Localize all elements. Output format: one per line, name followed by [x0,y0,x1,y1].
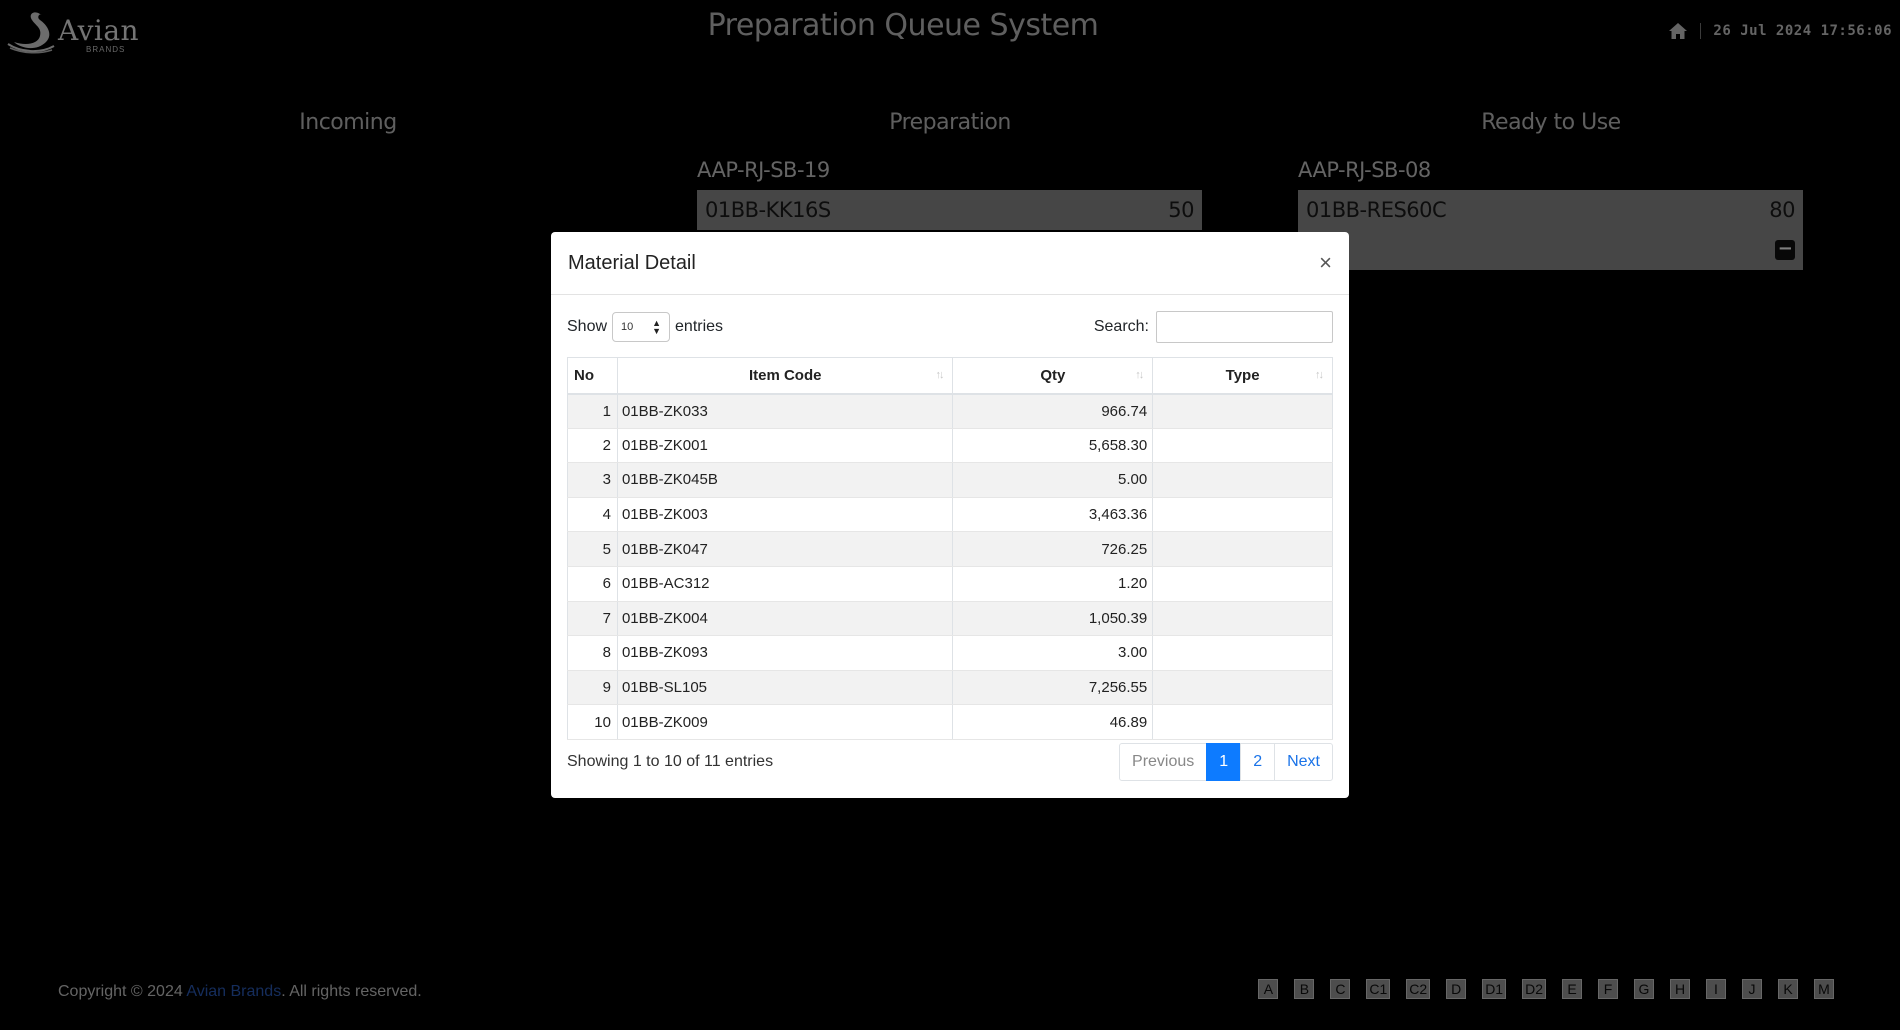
modal-body: Show 10 ▲ ▼ entries Search: No Item Code… [551,295,1349,797]
next-page-button[interactable]: Next [1274,742,1333,781]
sort-icon: ↑↓ [1315,369,1324,381]
table-controls: Show 10 ▲ ▼ entries Search: [567,311,1333,343]
cell-item-code: 01BB-ZK033 [616,393,954,429]
cell-item-code: 01BB-ZK093 [616,635,954,671]
table-row: 9 01BB-SL105 7,256.55 [567,670,1333,706]
cell-item-code: 01BB-ZK001 [616,428,954,464]
pagination: Previous 1 2 Next [1119,742,1333,781]
cell-qty: 1.20 [952,566,1154,602]
cell-type [1152,531,1333,567]
column-header-label: No [574,366,594,384]
cell-qty: 726.25 [952,531,1154,567]
table-row: 6 01BB-AC312 1.20 [567,566,1333,602]
cell-no: 1 [567,393,618,429]
table-row: 3 01BB-ZK045B 5.00 [567,462,1333,498]
cell-no: 6 [567,566,618,602]
cell-no: 4 [567,497,618,533]
page: Avian BRANDS Preparation Queue System 26… [0,0,1900,1030]
cell-type [1152,601,1333,637]
modal-header: Material Detail × [551,232,1349,295]
page-length-control: Show 10 ▲ ▼ entries [567,312,723,342]
cell-type [1152,497,1333,533]
table-header-row: No Item Code ↑↓ Qty ↑↓ Type ↑↓ [567,357,1333,395]
table-footer: Showing 1 to 10 of 11 entries Previous 1… [567,742,1333,781]
close-icon[interactable]: × [1319,252,1332,274]
cell-qty: 5,658.30 [952,428,1154,464]
cell-qty: 5.00 [952,462,1154,498]
cell-type [1152,393,1333,429]
cell-type [1152,566,1333,602]
column-header-no[interactable]: No [567,357,618,395]
cell-item-code: 01BB-ZK047 [616,531,954,567]
cell-no: 7 [567,601,618,637]
page-length-value: 10 [621,321,634,333]
entries-label: entries [675,318,724,335]
column-header-item-code[interactable]: Item Code ↑↓ [616,357,954,395]
table-row: 2 01BB-ZK001 5,658.30 [567,428,1333,464]
material-detail-modal: Material Detail × Show 10 ▲ ▼ entries Sea… [551,232,1349,798]
cell-qty: 3,463.36 [952,497,1154,533]
search-label: Search: [1093,318,1149,335]
cell-type [1152,635,1333,671]
table-row: 4 01BB-ZK003 3,463.36 [567,497,1333,533]
table-info: Showing 1 to 10 of 11 entries [567,752,774,770]
select-arrows-icon: ▲ ▼ [652,318,662,336]
material-table: No Item Code ↑↓ Qty ↑↓ Type ↑↓ 1 01BB-ZK033… [567,357,1333,740]
search-control: Search: [1094,311,1333,343]
table-row: 8 01BB-ZK093 3.00 [567,635,1333,671]
cell-qty: 3.00 [952,635,1154,671]
cell-qty: 7,256.55 [952,670,1154,706]
cell-item-code: 01BB-ZK004 [616,601,954,637]
modal-title: Material Detail [568,251,696,274]
cell-item-code: 01BB-SL105 [616,670,954,706]
table-row: 1 01BB-ZK033 966.74 [567,393,1333,429]
cell-type [1152,462,1333,498]
cell-no: 5 [567,531,618,567]
cell-no: 9 [567,670,618,706]
cell-no: 8 [567,635,618,671]
sort-icon: ↑↓ [935,369,944,381]
cell-item-code: 01BB-ZK009 [616,704,954,740]
cell-qty: 966.74 [952,393,1154,429]
sort-icon: ↑↓ [1135,369,1144,381]
column-header-type[interactable]: Type ↑↓ [1152,357,1333,395]
cell-item-code: 01BB-AC312 [616,566,954,602]
page-button-2[interactable]: 2 [1240,742,1276,781]
column-header-label: Type [1225,366,1260,384]
cell-no: 2 [567,428,618,464]
cell-item-code: 01BB-ZK045B [616,462,954,498]
column-header-label: Qty [1040,366,1066,384]
search-input[interactable] [1156,311,1333,343]
cell-no: 10 [567,704,618,740]
column-header-label: Item Code [748,366,822,384]
column-header-qty[interactable]: Qty ↑↓ [952,357,1154,395]
cell-qty: 46.89 [952,704,1154,740]
table-row: 5 01BB-ZK047 726.25 [567,531,1333,567]
cell-no: 3 [567,462,618,498]
cell-type [1152,704,1333,740]
show-label: Show [567,318,608,335]
previous-page-button[interactable]: Previous [1119,742,1208,781]
page-length-select[interactable]: 10 ▲ ▼ [612,312,671,342]
page-button-1[interactable]: 1 [1206,742,1242,781]
cell-type [1152,670,1333,706]
cell-item-code: 01BB-ZK003 [616,497,954,533]
table-row: 10 01BB-ZK009 46.89 [567,704,1333,740]
table-row: 7 01BB-ZK004 1,050.39 [567,601,1333,637]
cell-type [1152,428,1333,464]
cell-qty: 1,050.39 [952,601,1154,637]
